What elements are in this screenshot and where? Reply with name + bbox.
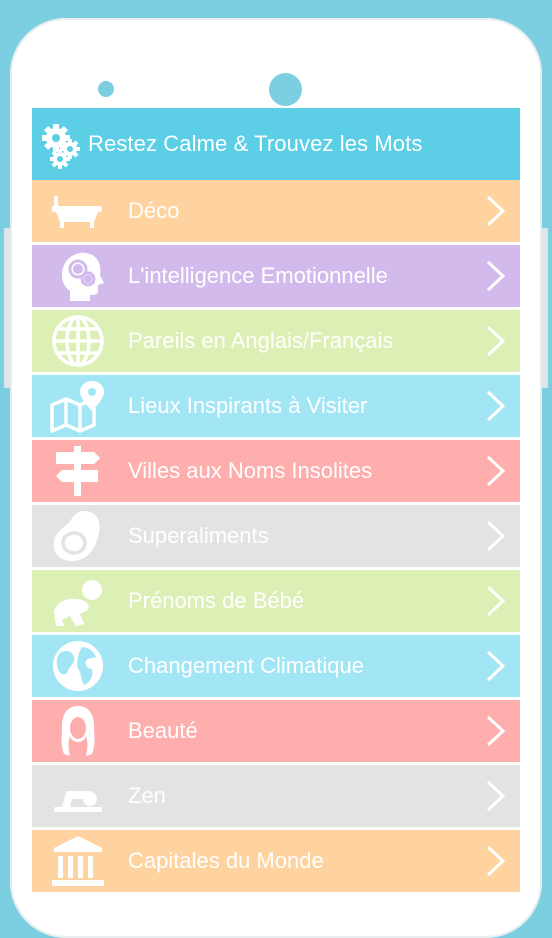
menu-item-pareils[interactable]: Pareils en Anglais/Français (32, 310, 520, 372)
menu-item-superaliments[interactable]: Superaliments (32, 505, 520, 567)
woman-face-icon (48, 704, 108, 758)
menu-item-prenoms[interactable]: Prénoms de Bébé (32, 570, 520, 632)
menu-item-villes[interactable]: Villes aux Noms Insolites (32, 440, 520, 502)
baby-icon (48, 574, 108, 628)
chevron-right-icon (486, 325, 506, 357)
menu-item-changement-climatique[interactable]: Changement Climatique (32, 635, 520, 697)
menu-item-label: Beauté (128, 718, 198, 743)
app-header: Restez Calme & Trouvez les Mots (32, 108, 520, 180)
globe-grid-icon (48, 314, 108, 368)
chevron-right-icon (486, 390, 506, 422)
menu-item-intelligence-emotionnelle[interactable]: L'intelligence Emotionnelle (32, 245, 520, 307)
meditation-icon (48, 769, 108, 823)
chevron-right-icon (486, 650, 506, 682)
bathtub-icon (48, 184, 108, 238)
signpost-icon (48, 444, 108, 498)
menu-item-label: Pareils en Anglais/Français (128, 328, 394, 353)
chevron-right-icon (486, 195, 506, 227)
menu-item-label: Prénoms de Bébé (128, 588, 305, 613)
menu-item-lieux[interactable]: Lieux Inspirants à Visiter (32, 375, 520, 437)
chevron-right-icon (486, 780, 506, 812)
menu-item-label: Superaliments (128, 523, 269, 548)
map-pin-icon (48, 379, 108, 433)
menu-item-label: L'intelligence Emotionnelle (128, 263, 388, 288)
chevron-right-icon (486, 715, 506, 747)
menu-item-zen[interactable]: Zen (32, 765, 520, 827)
head-gears-icon (48, 249, 108, 303)
earth-icon (48, 639, 108, 693)
menu-item-label: Capitales du Monde (128, 848, 324, 873)
chevron-right-icon (486, 585, 506, 617)
chevron-right-icon (486, 845, 506, 877)
menu-item-deco[interactable]: Déco (32, 180, 520, 242)
side-button-left (4, 228, 10, 388)
monument-icon (48, 834, 108, 888)
chevron-right-icon (486, 455, 506, 487)
side-button-right (542, 228, 548, 388)
menu-item-label: Zen (128, 783, 166, 808)
chevron-right-icon (486, 260, 506, 292)
menu-item-beaute[interactable]: Beauté (32, 700, 520, 762)
app-title: Restez Calme & Trouvez les Mots (88, 131, 423, 156)
menu-item-label: Changement Climatique (128, 653, 365, 678)
sensor-dot (98, 81, 114, 97)
avocado-icon (48, 509, 108, 563)
menu-item-label: Déco (128, 198, 180, 223)
menu-item-label: Lieux Inspirants à Visiter (128, 393, 368, 418)
menu-item-label: Villes aux Noms Insolites (128, 458, 373, 483)
front-camera (269, 73, 302, 106)
chevron-right-icon (486, 520, 506, 552)
gears-icon (32, 108, 88, 180)
app-screen: Restez Calme & Trouvez les Mots Déco L'i… (32, 108, 520, 900)
menu-item-capitales[interactable]: Capitales du Monde (32, 830, 520, 892)
